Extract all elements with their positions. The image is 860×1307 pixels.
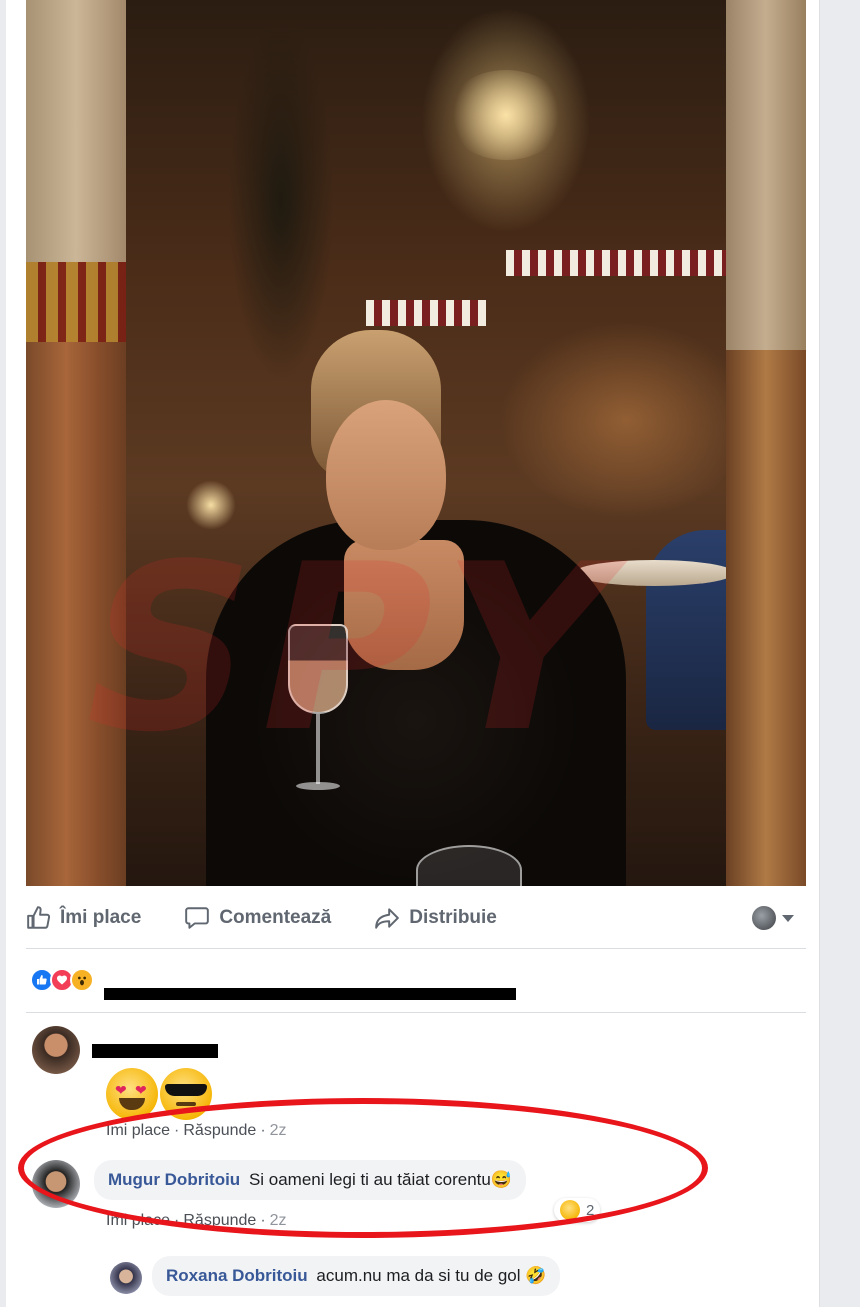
divider bbox=[26, 1012, 806, 1013]
comment-button[interactable]: Comentează bbox=[183, 905, 331, 931]
comment-label: Comentează bbox=[219, 907, 332, 928]
awning bbox=[506, 250, 726, 276]
share-label: Distribuie bbox=[409, 907, 497, 928]
comment-icon bbox=[185, 907, 210, 929]
profile-avatar-icon bbox=[752, 906, 776, 930]
red-highlight-circle bbox=[18, 1098, 708, 1238]
redaction-bar bbox=[92, 1044, 218, 1058]
ceiling-light bbox=[446, 70, 566, 160]
awning bbox=[366, 300, 486, 326]
facebook-post: SPY Îmi place Comentează Distribuie ❤ ❤ … bbox=[6, 0, 820, 1307]
reply-text: acum.nu ma da si tu de gol 🤣 bbox=[316, 1266, 547, 1285]
thumbs-up-icon bbox=[27, 906, 51, 929]
post-photo[interactable]: SPY bbox=[26, 0, 806, 886]
like-button[interactable]: Îmi place bbox=[26, 905, 141, 931]
reply-avatar[interactable] bbox=[110, 1262, 142, 1294]
like-label: Îmi place bbox=[60, 907, 142, 928]
post-action-bar: Îmi place Comentează Distribuie bbox=[26, 896, 806, 940]
reaction-summary[interactable] bbox=[30, 968, 516, 1000]
share-button[interactable]: Distribuie bbox=[373, 905, 497, 931]
wow-reaction-icon bbox=[70, 968, 94, 992]
redaction-bar bbox=[104, 988, 516, 1000]
share-arrow-icon bbox=[375, 908, 400, 929]
reply-author-name[interactable]: Roxana Dobritoiu bbox=[166, 1266, 308, 1285]
watermark: SPY bbox=[57, 516, 646, 783]
commenter-avatar[interactable] bbox=[32, 1026, 80, 1074]
divider bbox=[26, 948, 806, 949]
audience-selector[interactable] bbox=[752, 906, 794, 930]
chevron-down-icon bbox=[782, 914, 794, 922]
reply-bubble: Roxana Dobritoiu acum.nu ma da si tu de … bbox=[152, 1256, 561, 1296]
